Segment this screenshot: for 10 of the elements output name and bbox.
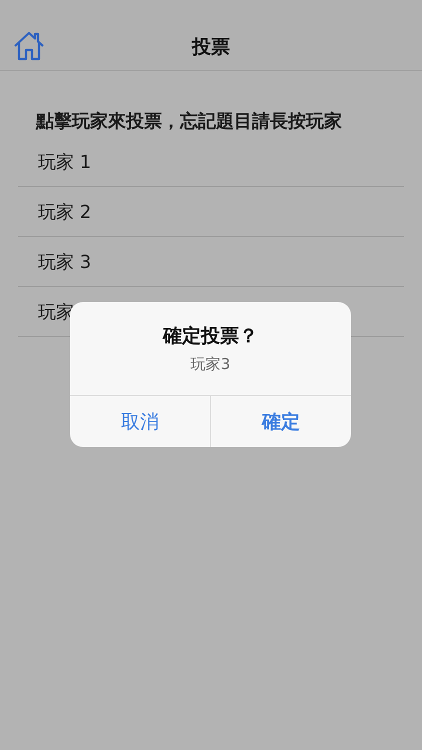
home-icon[interactable] xyxy=(13,30,45,62)
player-row[interactable]: 玩家 1 xyxy=(18,137,404,187)
player-row[interactable]: 玩家 3 xyxy=(18,237,404,287)
player-row[interactable]: 玩家 2 xyxy=(18,187,404,237)
confirm-button[interactable]: 確定 xyxy=(210,396,351,447)
screen-title: 投票 xyxy=(192,35,230,60)
alert-title: 確定投票？ xyxy=(163,324,258,349)
instruction-text: 點擊玩家來投票，忘記題目請長按玩家 xyxy=(34,110,343,133)
cancel-button[interactable]: 取消 xyxy=(70,396,210,447)
alert-message: 玩家3 xyxy=(190,355,230,374)
